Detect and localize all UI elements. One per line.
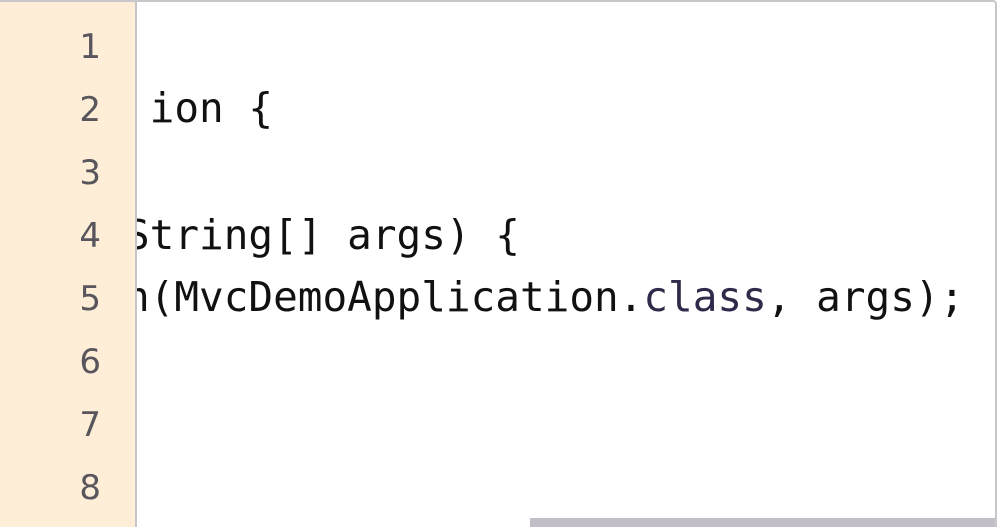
code-line-5: n(MvcDemoApplication.class, args); <box>137 266 964 329</box>
code-text: , args); <box>766 273 965 321</box>
line-number: 7 <box>79 405 101 445</box>
code-line-4: String[] args) { <box>137 211 520 259</box>
line-number: 1 <box>79 27 101 67</box>
line-number: 6 <box>79 342 101 382</box>
keyword-class: class <box>643 273 767 321</box>
line-number: 3 <box>79 153 101 193</box>
code-area[interactable]: ion { String[] args) { n(MvcDemoApplicat… <box>137 2 995 527</box>
horizontal-scrollbar-thumb[interactable] <box>530 518 995 527</box>
line-number: 2 <box>79 90 101 130</box>
line-number-gutter: 1 2 3 4 5 6 7 8 <box>0 2 137 527</box>
code-text: n(MvcDemoApplication. <box>137 273 644 321</box>
line-number: 5 <box>79 279 101 319</box>
code-line-2: ion { <box>137 84 274 132</box>
line-number: 8 <box>79 468 101 508</box>
code-editor[interactable]: 1 2 3 4 5 6 7 8 ion { String[] args) { n… <box>0 0 997 527</box>
line-number: 4 <box>79 216 101 256</box>
